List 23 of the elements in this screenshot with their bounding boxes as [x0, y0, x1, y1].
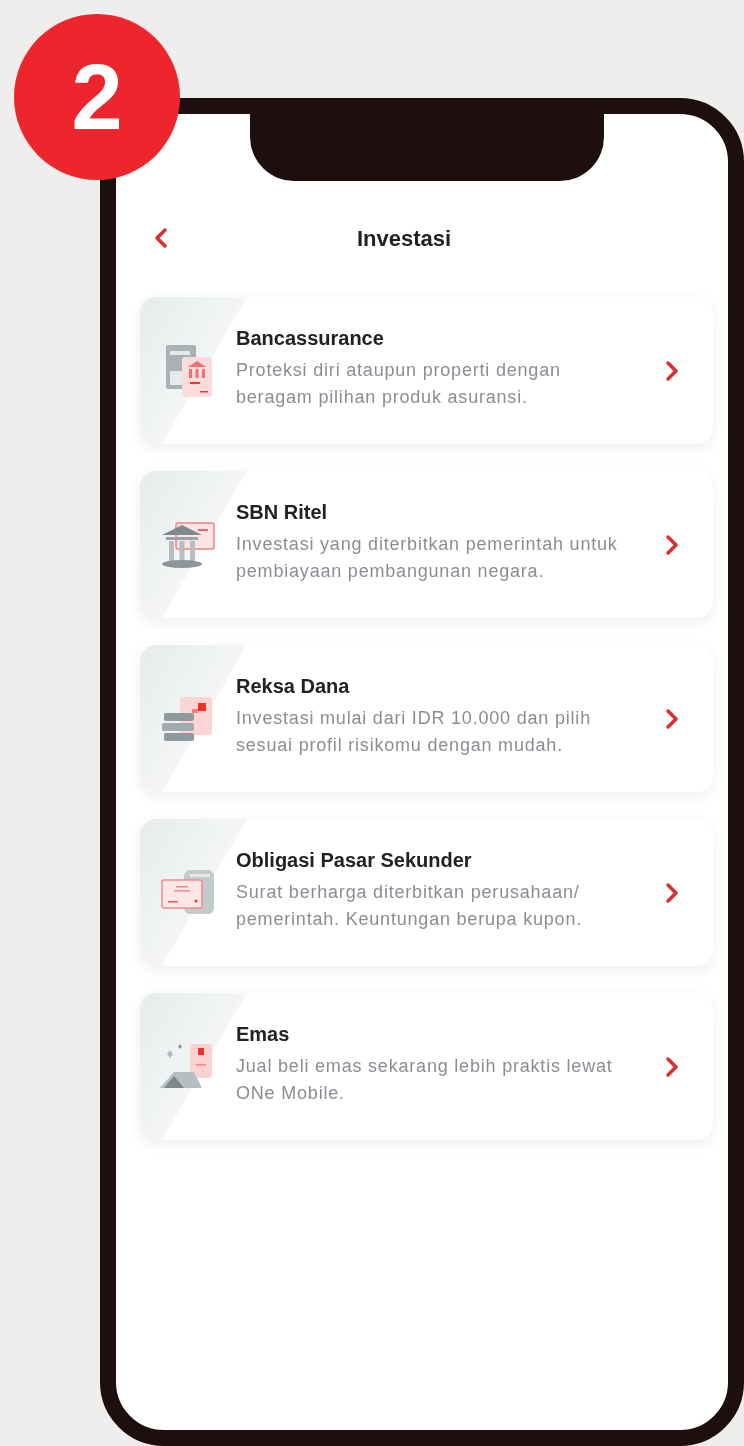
card-description: Proteksi diri ataupun properti dengan beragam pilihan produk asuransi. — [236, 358, 562, 409]
card-title: Obligasi Pasar Sekunder — [236, 847, 473, 873]
card-title: Reksa Dana — [236, 673, 351, 699]
menu-card[interactable]: Obligasi Pasar Sekunder Surat berharga diterbitkan perusahaan/ pemerintah. Keuntungan berupa kupon. — [140, 819, 713, 966]
step-badge: 2 — [14, 14, 180, 180]
back-icon[interactable] — [154, 227, 168, 249]
card-description: Investasi mulai dari IDR 10.000 dan pilih sesuai profil risikomu dengan mudah. — [236, 706, 592, 757]
card-description: Investasi yang diterbitkan pemerintah untuk pembiayaan pembangunan negara. — [236, 532, 619, 583]
card-description: Surat berharga diterbitkan perusahaan/ pemerintah. Keuntungan berupa kupon. — [236, 880, 584, 931]
page-title: Investasi — [356, 224, 453, 253]
chevron-right-icon — [665, 707, 679, 730]
chevron-right-icon — [665, 881, 679, 904]
card-title: SBN Ritel — [236, 499, 329, 525]
menu-card[interactable]: Emas Jual beli emas sekarang lebih praktis lewat ONe Mobile. — [140, 993, 713, 1140]
chevron-right-icon — [665, 533, 679, 556]
card-description: Jual beli emas sekarang lebih praktis lewat ONe Mobile. — [236, 1054, 614, 1105]
card-title: Bancassurance — [236, 325, 385, 351]
menu-card[interactable]: Bancassurance Proteksi diri ataupun properti dengan beragam pilihan produk asuransi. — [140, 297, 713, 444]
menu-card[interactable]: Reksa Dana Investasi mulai dari IDR 10.000 dan pilih sesuai profil risikomu dengan mudah. — [140, 645, 713, 792]
menu-card[interactable]: SBN Ritel Investasi yang diterbitkan pemerintah untuk pembiayaan pembangunan negara. — [140, 471, 713, 618]
chevron-right-icon — [665, 359, 679, 382]
chevron-right-icon — [665, 1055, 679, 1078]
card-title: Emas — [236, 1021, 291, 1047]
